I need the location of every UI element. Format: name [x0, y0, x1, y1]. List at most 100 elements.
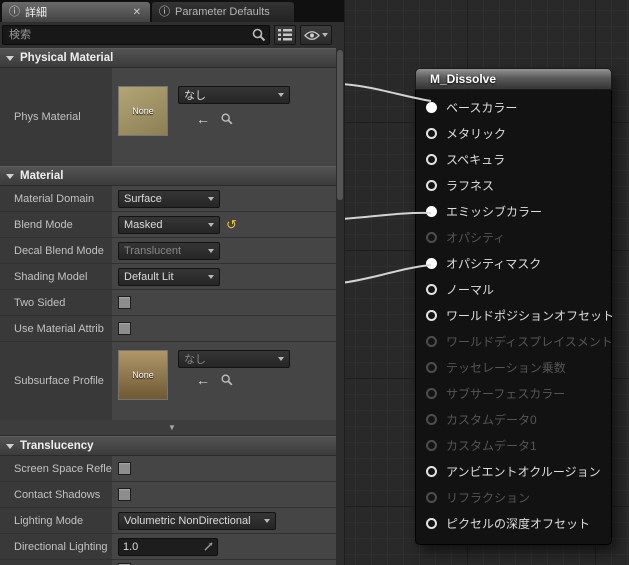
- shading-model-dropdown[interactable]: Default Lit: [118, 267, 220, 286]
- pin-icon[interactable]: [426, 153, 437, 165]
- pin-label: オパシティ: [446, 230, 506, 245]
- pin-icon[interactable]: [426, 101, 437, 113]
- pin-refraction[interactable]: リフラクション: [416, 484, 611, 510]
- pin-icon[interactable]: [426, 413, 437, 425]
- pin-pixel-depth-offset[interactable]: ピクセルの深度オフセット: [416, 510, 611, 536]
- decal-blend-mode-dropdown[interactable]: Translucent: [118, 241, 220, 260]
- pin-icon[interactable]: [426, 179, 437, 191]
- chevron-down-icon: [208, 222, 214, 227]
- pin-roughness[interactable]: ラフネス: [416, 172, 611, 198]
- tab-parameter-defaults[interactable]: ⓘ Parameter Defaults: [152, 2, 294, 22]
- advanced-expander[interactable]: ▼: [0, 420, 344, 436]
- pin-normal[interactable]: ノーマル: [416, 276, 611, 302]
- partial-row: [0, 560, 344, 565]
- prop-label: [0, 560, 112, 565]
- pin-metallic[interactable]: メタリック: [416, 120, 611, 146]
- visibility-filter-button[interactable]: [300, 25, 332, 45]
- pin-icon[interactable]: [426, 361, 437, 373]
- material-output-node[interactable]: M_Dissolve ベースカラー メタリック スペキュラ ラフネス エミッシブ…: [415, 68, 614, 545]
- pin-ambient-occlusion[interactable]: アンビエントオクルージョン: [416, 458, 611, 484]
- search-bar: [0, 22, 344, 48]
- use-material-attrib-row: Use Material Attrib: [0, 316, 344, 342]
- pin-emissive-color[interactable]: エミッシブカラー: [416, 198, 611, 224]
- dropdown-value: Masked: [124, 218, 163, 231]
- collapse-arrow-icon: [6, 173, 14, 179]
- pin-custom-data-0[interactable]: カスタムデータ0: [416, 406, 611, 432]
- node-header[interactable]: M_Dissolve: [415, 68, 612, 90]
- two-sided-checkbox[interactable]: [118, 296, 131, 309]
- pin-custom-data-1[interactable]: カスタムデータ1: [416, 432, 611, 458]
- use-selected-asset-icon[interactable]: ←: [196, 373, 210, 387]
- lighting-mode-dropdown[interactable]: Volumetric NonDirectional: [118, 511, 276, 530]
- phys-material-control: None なし ←: [112, 68, 344, 166]
- pin-icon[interactable]: [426, 257, 437, 269]
- pin-label: カスタムデータ1: [446, 438, 537, 453]
- pin-icon[interactable]: [426, 387, 437, 399]
- section-title: Material: [20, 170, 64, 182]
- asset-thumbnail[interactable]: None: [118, 86, 168, 136]
- pin-icon[interactable]: [426, 283, 437, 295]
- pin-icon[interactable]: [426, 465, 437, 477]
- section-material[interactable]: Material: [0, 166, 344, 186]
- material-domain-dropdown[interactable]: Surface: [118, 189, 220, 208]
- decal-blend-mode-row: Decal Blend Mode Translucent: [0, 238, 344, 264]
- pin-label: ラフネス: [446, 178, 495, 193]
- search-icon: [252, 28, 266, 42]
- section-physical-material[interactable]: Physical Material: [0, 48, 344, 68]
- pin-opacity[interactable]: オパシティ: [416, 224, 611, 250]
- info-icon: ⓘ: [9, 5, 20, 18]
- contact-shadows-checkbox[interactable]: [118, 488, 131, 501]
- asset-thumbnail[interactable]: None: [118, 350, 168, 400]
- pin-tessellation-multiplier[interactable]: テッセレーション乗数: [416, 354, 611, 380]
- pin-subsurface-color[interactable]: サブサーフェスカラー: [416, 380, 611, 406]
- pin-opacity-mask[interactable]: オパシティマスク: [416, 250, 611, 276]
- scrollbar-thumb[interactable]: [337, 50, 343, 200]
- screen-space-reflections-checkbox[interactable]: [118, 462, 131, 475]
- pin-label: テッセレーション乗数: [446, 360, 566, 375]
- directional-lighting-input[interactable]: 1.0: [118, 537, 218, 556]
- pin-specular[interactable]: スペキュラ: [416, 146, 611, 172]
- prop-label: Decal Blend Mode: [0, 238, 112, 263]
- tab-details[interactable]: ⓘ 詳細 ✕: [2, 2, 150, 22]
- view-options-button[interactable]: [274, 25, 296, 45]
- details-panel: ⓘ 詳細 ✕ ⓘ Parameter Defaults 検索 Physical …: [0, 0, 345, 565]
- use-material-attrib-checkbox[interactable]: [118, 322, 131, 335]
- screen-space-reflections-row: Screen Space Refle: [0, 456, 344, 482]
- reset-to-default-icon[interactable]: ↺: [226, 218, 237, 231]
- phys-material-dropdown[interactable]: なし: [178, 86, 290, 104]
- pin-icon[interactable]: [426, 517, 437, 529]
- subsurface-profile-dropdown[interactable]: なし: [178, 350, 290, 368]
- pin-label: アンビエントオクルージョン: [446, 464, 601, 479]
- pin-base-color[interactable]: ベースカラー: [416, 94, 611, 120]
- details-scrollbar[interactable]: [336, 48, 344, 565]
- node-pin-list: ベースカラー メタリック スペキュラ ラフネス エミッシブカラー オパシティ オ…: [415, 90, 614, 545]
- section-translucency[interactable]: Translucency: [0, 436, 344, 456]
- pin-icon[interactable]: [426, 231, 437, 243]
- dropdown-value: Volumetric NonDirectional: [124, 514, 251, 527]
- expander-arrow-icon: ▼: [168, 422, 176, 432]
- lighting-mode-row: Lighting Mode Volumetric NonDirectional: [0, 508, 344, 534]
- browse-to-asset-icon[interactable]: [220, 112, 234, 126]
- material-graph-canvas[interactable]: M_Dissolve ベースカラー メタリック スペキュラ ラフネス エミッシブ…: [345, 0, 629, 565]
- pin-icon[interactable]: [426, 335, 437, 347]
- browse-to-asset-icon[interactable]: [220, 373, 234, 387]
- pin-icon[interactable]: [426, 309, 437, 321]
- pin-icon[interactable]: [426, 127, 437, 139]
- prop-label: Subsurface Profile: [0, 342, 112, 420]
- search-input[interactable]: [2, 25, 270, 45]
- search-box: [2, 25, 270, 45]
- collapse-arrow-icon: [6, 55, 14, 61]
- details-tabbar: ⓘ 詳細 ✕ ⓘ Parameter Defaults: [0, 0, 344, 22]
- pin-label: カスタムデータ0: [446, 412, 537, 427]
- pin-world-displacement[interactable]: ワールドディスプレイスメント: [416, 328, 613, 354]
- chevron-down-icon: [208, 248, 214, 253]
- pin-icon[interactable]: [426, 439, 437, 451]
- pin-icon[interactable]: [426, 491, 437, 503]
- chevron-down-icon: [264, 518, 270, 523]
- use-selected-asset-icon[interactable]: ←: [196, 112, 210, 126]
- close-icon[interactable]: ✕: [131, 7, 143, 18]
- prop-label: Lighting Mode: [0, 508, 112, 533]
- blend-mode-dropdown[interactable]: Masked: [118, 215, 220, 234]
- pin-world-position-offset[interactable]: ワールドポジションオフセット: [416, 302, 614, 328]
- pin-icon[interactable]: [426, 205, 437, 217]
